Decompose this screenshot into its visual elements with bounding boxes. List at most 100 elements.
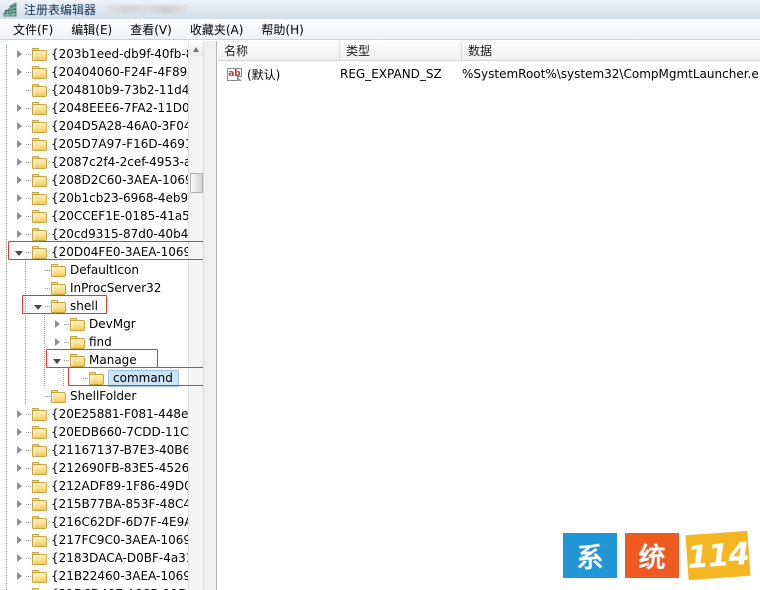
expand-arrow-icon[interactable] [14,139,25,150]
folder-icon [32,245,47,259]
tree-guide-line [6,45,7,63]
tree-connector [26,413,31,415]
tree-item[interactable]: {20D04FE0-3AEA-1069-A2D8 [0,243,203,261]
tree-item[interactable]: {204D5A28-46A0-3F04-BD7C [0,117,203,135]
tree-item[interactable]: DevMgr [0,315,203,333]
expand-arrow-icon[interactable] [14,445,25,456]
tree-item-label: {212ADF89-1F86-49D0-914A [51,479,203,493]
column-header-name[interactable]: 名称 [218,41,340,61]
expand-arrow-icon[interactable] [14,211,25,222]
column-header-data[interactable]: 数据 [462,41,760,61]
tree-item[interactable]: {217FC9C0-3AEA-1069-A2DB [0,531,203,549]
tree-item[interactable]: {21B22460-3AEA-1069-A2DC [0,567,203,585]
expand-arrow-icon[interactable] [14,517,25,528]
tree-guide-line [6,261,7,279]
expand-arrow-icon[interactable] [14,409,25,420]
tree-guide-line [6,135,7,153]
tree-guide-line [6,225,7,243]
tree-item[interactable]: {20cd9315-87d0-40b4-b925- [0,225,203,243]
tree-item[interactable]: InProcServer32 [0,279,203,297]
expand-arrow-icon[interactable] [14,481,25,492]
tree-guide-line [6,297,7,315]
expand-arrow-icon[interactable] [14,229,25,240]
expand-arrow-icon[interactable] [14,175,25,186]
menu-favorites[interactable]: 收藏夹(A) [181,19,253,40]
tree-guide-line [6,495,7,513]
expand-arrow-icon[interactable] [14,103,25,114]
folder-icon [32,497,47,511]
tree-item[interactable]: {2087c2f4-2cef-4953-a8ab-6 [0,153,203,171]
column-header-type[interactable]: 类型 [340,41,462,61]
tree-item[interactable]: {212ADF89-1F86-49D0-914A [0,477,203,495]
expand-arrow-icon[interactable] [52,319,63,330]
tree-item[interactable]: shell [0,297,203,315]
folder-icon [32,461,47,475]
collapse-arrow-icon[interactable] [52,355,63,366]
tree-item[interactable]: DefaultIcon [0,261,203,279]
tree-item-label: {215B77BA-853F-48C4-8DC4 [51,497,203,511]
value-name: (默认) [247,67,281,82]
tree-item-label: {2183DACA-D0BF-4a31-97F7 [51,551,203,565]
tree-item[interactable]: {215B77BA-853F-48C4-8DC4 [0,495,203,513]
tree-item[interactable]: Manage [0,351,203,369]
expand-arrow-icon[interactable] [14,193,25,204]
menu-bar: 文件(F) 编辑(E) 查看(V) 收藏夹(A) 帮助(H) [0,19,760,40]
registry-tree[interactable]: {203b1eed-db9f-40fb-87bd- {20404060-F24F-… [0,45,203,590]
tree-connector [45,269,50,271]
tree-item[interactable]: {204810b9-73b2-11d4-bf42- [0,81,203,99]
collapse-arrow-icon[interactable] [33,301,44,312]
tree-item-label: {212690FB-83E5-4526-8FD7- [51,461,203,475]
menu-view[interactable]: 查看(V) [121,19,181,40]
tree-item[interactable]: {20404060-F24F-4F89-84C6- [0,63,203,81]
expand-arrow-icon[interactable] [14,427,25,438]
scroll-up-arrow-icon[interactable] [189,41,203,56]
expand-arrow-icon[interactable] [14,499,25,510]
expand-arrow-icon[interactable] [14,49,25,60]
tree-item-label: command [108,369,179,387]
tree-item[interactable]: {212690FB-83E5-4526-8FD7- [0,459,203,477]
tree-connector [26,125,31,127]
expand-arrow-icon[interactable] [14,67,25,78]
tree-item[interactable]: {2048EEE6-7FA2-11D0-9E6A- [0,99,203,117]
tree-connector [64,359,69,361]
menu-edit[interactable]: 编辑(E) [62,19,121,40]
tree-item-label: {204D5A28-46A0-3F04-BD7C [51,119,203,133]
tree-item[interactable]: {21167137-B7E3-40B6-8863- [0,441,203,459]
expand-arrow-icon[interactable] [14,571,25,582]
registry-tree-pane[interactable]: {203b1eed-db9f-40fb-87bd- {20404060-F24F-… [0,41,204,590]
tree-item[interactable]: {20EDB660-7CDD-11CF-8DA [0,423,203,441]
expand-arrow-icon[interactable] [14,553,25,564]
tree-item[interactable]: {20b1cb23-6968-4eb9-b7d4- [0,189,203,207]
menu-help[interactable]: 帮助(H) [252,19,312,40]
tree-item[interactable]: {2183DACA-D0BF-4a31-97F7 [0,549,203,567]
tree-item[interactable]: {20CCEF1E-0185-41a5-A933- [0,207,203,225]
expand-arrow-icon[interactable] [52,337,63,348]
tree-item[interactable]: {208D2C60-3AEA-1069-A2D7 [0,171,203,189]
tree-guide-line [6,171,7,189]
tree-item[interactable]: {20E25881-F081-448e-85C9- [0,405,203,423]
tree-item-label: {21D6D48E-A88B-11D0-83DD [51,585,203,590]
expand-arrow-icon[interactable] [14,535,25,546]
expand-arrow-icon[interactable] [14,463,25,474]
tree-item[interactable]: find [0,333,203,351]
tree-connector [26,251,31,253]
table-row[interactable]: ab (默认) REG_EXPAND_SZ %SystemRoot%\syste… [218,65,760,83]
tree-scrollbar[interactable] [188,41,203,590]
tree-item[interactable]: {205D7A97-F16D-4691-86EF- [0,135,203,153]
tree-item[interactable]: command [0,369,203,387]
expand-arrow-icon[interactable] [14,157,25,168]
expand-arrow-icon[interactable] [14,121,25,132]
tree-item-label: InProcServer32 [70,281,162,295]
tree-item[interactable]: {203b1eed-db9f-40fb-87bd- [0,45,203,63]
tree-item-label: {20E25881-F081-448e-85C9- [51,407,203,421]
scrollbar-thumb[interactable] [190,173,203,193]
tree-item[interactable]: ShellFolder [0,387,203,405]
tree-guide-line [25,333,26,351]
menu-file[interactable]: 文件(F) [4,19,62,40]
pane-splitter[interactable] [203,41,217,590]
tree-item[interactable]: {21D6D48E-A88B-11D0-83DD [0,585,203,590]
tree-item[interactable]: {216C62DF-6D7F-4E9A-8571 [0,513,203,531]
collapse-arrow-icon[interactable] [14,247,25,258]
registry-values-pane[interactable]: 名称 类型 数据 ab (默认) REG_EXPAND_SZ %SystemRo… [218,41,760,590]
